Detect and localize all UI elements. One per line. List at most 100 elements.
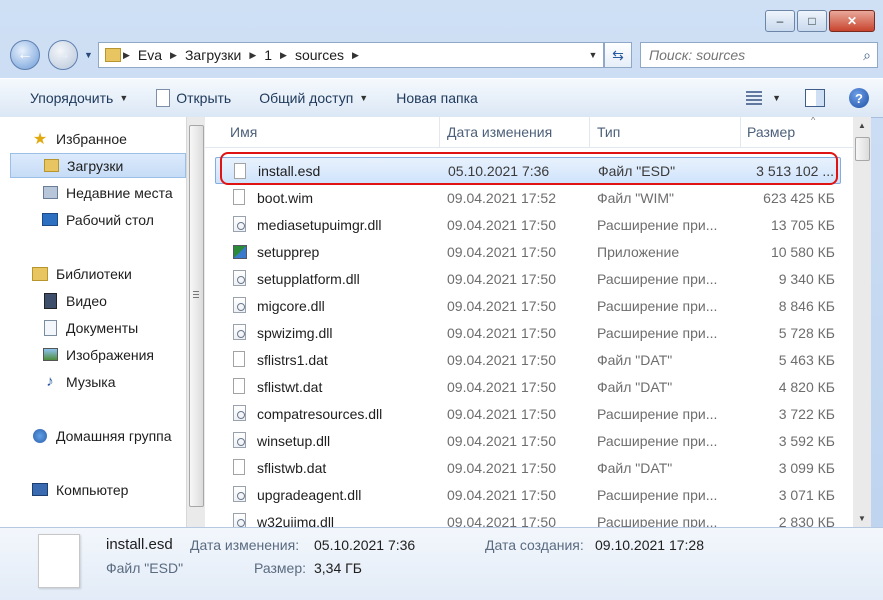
details-created-value: 09.10.2021 17:28 [595, 537, 704, 553]
navigation-pane: ★ Избранное Загрузки Недавние места Рабо… [0, 117, 186, 527]
table-row[interactable]: mediasetupuimgr.dll 09.04.2021 17:50 Расши… [215, 211, 841, 238]
forward-button[interactable]: → [48, 40, 78, 70]
table-row[interactable]: sflistwt.dat 09.04.2021 17:50 Файл "DAT" 4 … [215, 373, 841, 400]
file-date: 09.04.2021 17:50 [447, 324, 556, 341]
view-options-icon[interactable] [746, 91, 763, 105]
table-row[interactable]: upgradeagent.dll 09.04.2021 17:50 Расширен… [215, 481, 841, 508]
table-row[interactable]: spwizimg.dll 09.04.2021 17:50 Расширение п… [215, 319, 841, 346]
sidebar-item-downloads[interactable]: Загрузки [10, 153, 186, 178]
table-row[interactable]: sflistwb.dat 09.04.2021 17:50 Файл "DAT" 3 … [215, 454, 841, 481]
file-size: 8 846 КБ [778, 297, 835, 314]
preview-pane-icon[interactable] [805, 89, 825, 107]
details-file-name: install.esd [106, 536, 173, 553]
table-row[interactable]: w32uiimg.dll 09.04.2021 17:50 Расширение п… [215, 508, 841, 527]
view-dropdown-icon[interactable]: ▼ [772, 93, 781, 103]
file-type: Приложение [597, 243, 680, 260]
sidebar-item-libraries[interactable]: Библиотеки [0, 261, 186, 286]
sidebar-item-video[interactable]: Видео [0, 288, 186, 313]
chevron-right-icon[interactable]: ▶ [168, 50, 179, 61]
organize-button[interactable]: Упорядочить ▼ [0, 79, 142, 117]
sidebar-item-documents[interactable]: Документы [0, 315, 186, 340]
breadcrumb-eva[interactable]: Eva [132, 47, 168, 63]
file-size: 3 722 КБ [778, 405, 835, 422]
sidebar-item-label: Недавние места [66, 184, 173, 201]
breadcrumb-downloads[interactable]: Загрузки [179, 47, 247, 63]
file-type: Расширение при... [597, 486, 717, 503]
back-button[interactable]: ← [10, 40, 40, 70]
column-header-size[interactable]: Размер [747, 124, 795, 140]
refresh-button[interactable]: ⇆ [604, 42, 632, 68]
toolbar-right: ▼ ? [746, 88, 869, 108]
scroll-grip-icon [193, 291, 199, 299]
libraries-icon [32, 266, 48, 282]
file-list-scrollbar-thumb[interactable] [855, 137, 870, 161]
breadcrumb-sources[interactable]: sources [289, 47, 350, 63]
dll-file-icon [233, 216, 247, 233]
file-name: migcore.dll [257, 297, 325, 314]
table-row[interactable]: boot.wim 09.04.2021 17:52 Файл "WIM" 623 42… [215, 184, 841, 211]
video-icon [42, 292, 58, 309]
chevron-right-icon[interactable]: ▶ [121, 50, 132, 61]
column-header-type[interactable]: Тип [597, 124, 620, 140]
table-row[interactable]: migcore.dll 09.04.2021 17:50 Расширение пр… [215, 292, 841, 319]
command-bar: Упорядочить ▼ Открыть Общий доступ ▼ Нов… [0, 78, 883, 118]
share-button[interactable]: Общий доступ ▼ [245, 79, 382, 117]
sidebar-item-images[interactable]: Изображения [0, 342, 186, 367]
chevron-right-icon[interactable]: ▶ [247, 50, 258, 61]
table-row[interactable]: compatresources.dll 09.04.2021 17:50 Расши… [215, 400, 841, 427]
table-row[interactable]: sflistrs1.dat 09.04.2021 17:50 Файл "DAT" 5… [215, 346, 841, 373]
open-button[interactable]: Открыть [142, 79, 245, 117]
file-name: setupprep [257, 243, 320, 260]
file-size: 623 425 КБ [763, 189, 835, 206]
breadcrumb-1[interactable]: 1 [258, 47, 278, 63]
sidebar-item-label: Загрузки [67, 157, 124, 174]
search-box[interactable]: ⌕ [640, 42, 878, 68]
chevron-right-icon[interactable]: ▶ [278, 50, 289, 61]
search-input[interactable] [647, 46, 851, 64]
back-arrow-icon: ← [17, 46, 33, 63]
sidebar-item-computer[interactable]: Компьютер [0, 477, 186, 502]
file-icon [233, 459, 247, 476]
annotation-highlight-box [220, 152, 838, 185]
sidebar-item-desktop[interactable]: Рабочий стол [0, 207, 186, 232]
chevron-right-icon[interactable]: ▶ [350, 50, 361, 61]
help-icon[interactable]: ? [849, 88, 869, 108]
file-large-icon [38, 534, 80, 588]
dll-file-icon [233, 513, 247, 527]
minimize-button[interactable]: – [765, 10, 795, 32]
column-header-name[interactable]: Имя [230, 124, 257, 140]
window-controls: – □ ✕ [765, 10, 875, 32]
new-folder-button[interactable]: Новая папка [382, 79, 492, 117]
close-button[interactable]: ✕ [829, 10, 875, 32]
sidebar-item-label: Библиотеки [56, 265, 132, 282]
sidebar-item-music[interactable]: ♪ Музыка [0, 369, 186, 394]
sidebar-item-recent[interactable]: Недавние места [0, 180, 186, 205]
computer-icon [32, 482, 48, 498]
address-history-dropdown-icon[interactable]: ▼ [582, 50, 603, 60]
new-folder-label: Новая папка [396, 90, 478, 106]
file-size: 2 830 КБ [778, 513, 835, 528]
details-modified-label: Дата изменения: [190, 537, 300, 553]
address-bar[interactable]: ▶ Eva ▶ Загрузки ▶ 1 ▶ sources ▶ ▼ [98, 42, 604, 68]
table-row[interactable]: winsetup.dll 09.04.2021 17:50 Расширение п… [215, 427, 841, 454]
sidebar-item-favorites[interactable]: ★ Избранное [0, 126, 186, 151]
table-row[interactable]: setupprep 09.04.2021 17:50 Приложение 10 58… [215, 238, 841, 265]
maximize-button[interactable]: □ [797, 10, 827, 32]
file-list: Имя Дата изменения Тип Размер ^ install.… [205, 117, 853, 527]
application-icon [233, 243, 247, 260]
sidebar-scrollbar[interactable] [186, 117, 205, 527]
sidebar-item-label: Музыка [66, 373, 116, 390]
table-row[interactable]: setupplatform.dll 09.04.2021 17:50 Расшире… [215, 265, 841, 292]
refresh-icon: ⇆ [612, 46, 624, 63]
column-header-date[interactable]: Дата изменения [447, 124, 552, 140]
recent-pages-dropdown-icon[interactable]: ▼ [84, 50, 93, 60]
details-modified-value: 05.10.2021 7:36 [314, 537, 416, 553]
search-icon[interactable]: ⌕ [863, 47, 871, 64]
details-size-label: Размер: [254, 560, 307, 576]
sidebar-scrollbar-thumb[interactable] [189, 125, 204, 507]
sidebar-item-homegroup[interactable]: Домашняя группа [0, 423, 186, 448]
recent-places-icon [42, 185, 58, 201]
file-list-scrollbar[interactable]: ▲ ▼ [853, 117, 871, 527]
scroll-down-icon[interactable]: ▼ [853, 510, 871, 527]
scroll-up-icon[interactable]: ▲ [853, 117, 871, 134]
